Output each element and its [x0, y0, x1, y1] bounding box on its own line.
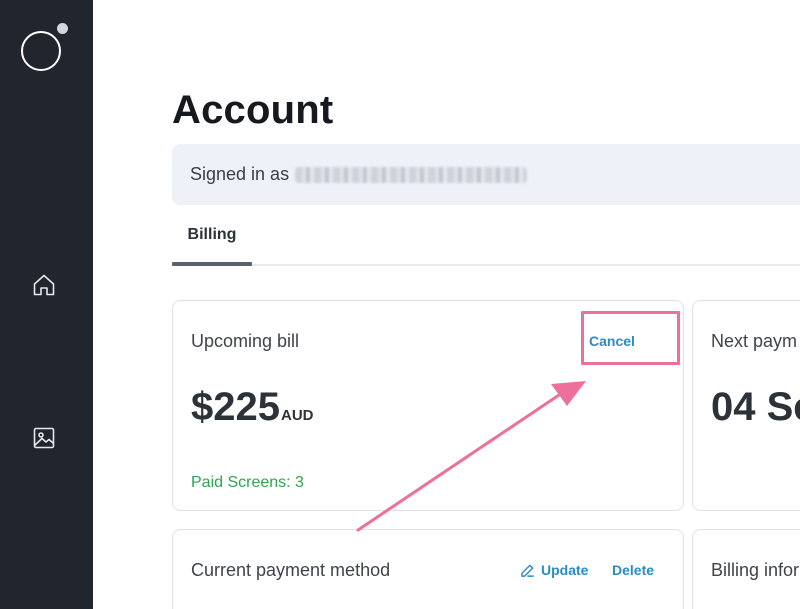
upcoming-bill-title: Upcoming bill — [191, 331, 300, 351]
sidebar — [0, 0, 93, 609]
tab-bar: Billing — [172, 218, 800, 266]
page-title: Account — [172, 88, 334, 132]
next-payment-card: Next paym 04 Se — [692, 300, 800, 511]
redacted-email — [295, 166, 528, 183]
payment-method-title: Current payment method — [191, 560, 391, 580]
paid-screens: Paid Screens: 3 — [191, 474, 304, 491]
main-content: Account Signed in as Billing Upcoming bi… — [93, 0, 800, 609]
image-icon[interactable] — [32, 426, 56, 450]
bill-amount-value: $225 — [191, 385, 280, 429]
pencil-icon — [521, 564, 534, 577]
bill-currency: AUD — [280, 407, 314, 424]
logo-ring — [21, 31, 61, 71]
next-payment-title: Next paym — [711, 331, 798, 351]
tab-billing[interactable]: Billing — [172, 218, 252, 266]
cancel-button[interactable]: Cancel — [589, 333, 635, 349]
logo-dot — [57, 23, 68, 34]
signed-in-label: Signed in as — [190, 164, 290, 184]
update-button[interactable]: Update — [520, 562, 588, 578]
billing-info-title: Billing infor — [711, 560, 800, 580]
billing-info-card: Billing infor — [692, 529, 800, 609]
payment-method-card: Current payment method Update Delete — [172, 529, 684, 609]
update-label: Update — [541, 562, 589, 578]
bill-amount: $225AUD — [191, 385, 313, 430]
active-tab-indicator — [172, 262, 252, 266]
app-logo[interactable] — [21, 23, 68, 71]
upcoming-bill-card: Upcoming bill Cancel $225AUD Paid Screen… — [172, 300, 684, 511]
signed-in-banner: Signed in as — [172, 144, 800, 205]
next-payment-date: 04 Se — [711, 385, 800, 429]
home-icon[interactable] — [32, 273, 56, 297]
delete-button[interactable]: Delete — [612, 562, 654, 578]
